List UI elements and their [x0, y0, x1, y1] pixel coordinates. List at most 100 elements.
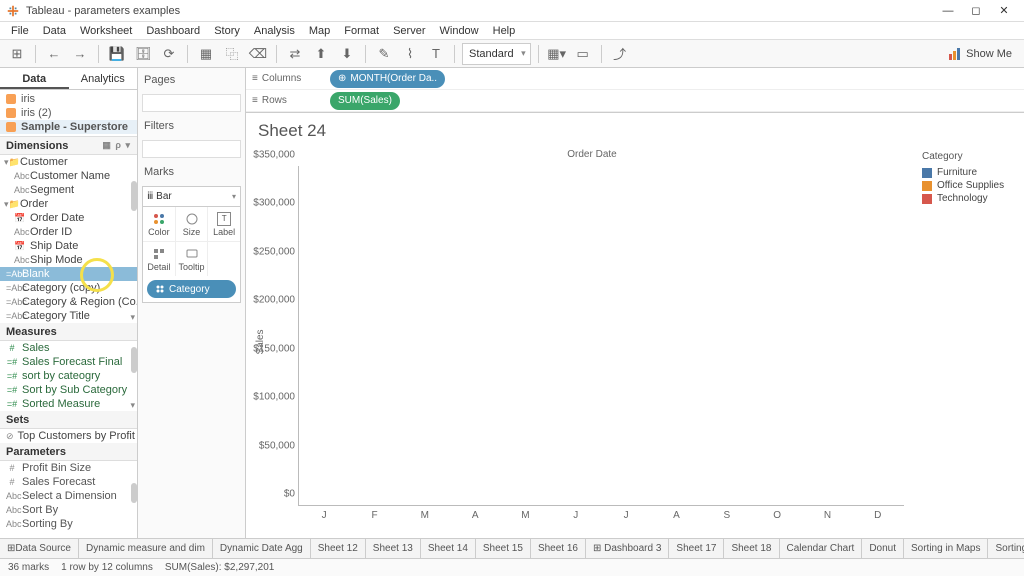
datasource-item[interactable]: iris (2): [0, 106, 137, 120]
filters-card[interactable]: Filters: [142, 118, 241, 134]
dim-category-region[interactable]: =AbcCategory & Region (Co...: [0, 295, 137, 309]
legend-item[interactable]: Office Supplies: [922, 179, 1016, 192]
menu-file[interactable]: File: [4, 25, 36, 37]
menu-worksheet[interactable]: Worksheet: [73, 25, 139, 37]
share-icon[interactable]: ⤴: [609, 43, 631, 65]
measure-sales[interactable]: #Sales: [0, 341, 137, 355]
show-me-button[interactable]: Show Me: [942, 47, 1018, 61]
mark-type-dropdown[interactable]: ⅲ Bar: [143, 187, 240, 207]
datasource-item[interactable]: iris: [0, 92, 137, 106]
dim-order-date[interactable]: 📅Order Date: [0, 211, 137, 225]
chart[interactable]: Order Date Sales $0$50,000$100,000$150,0…: [246, 145, 914, 538]
folder-customer[interactable]: ▾📁Customer: [0, 155, 137, 169]
sheet-tab[interactable]: Sheet 18: [724, 539, 779, 558]
columns-shelf[interactable]: ≡Columns ⊕MONTH(Order Da..: [246, 68, 1024, 90]
set-top-customers[interactable]: ⊘Top Customers by Profit: [0, 429, 137, 443]
marks-size[interactable]: Size: [176, 207, 209, 241]
param-select-dim[interactable]: AbcSelect a Dimension: [0, 489, 137, 503]
tab-data-source[interactable]: ⊞ Data Source: [0, 539, 79, 558]
back-icon[interactable]: ←: [43, 43, 65, 65]
presentation-icon[interactable]: ▭: [572, 43, 594, 65]
marks-detail[interactable]: Detail: [143, 242, 176, 276]
sheet-tab[interactable]: ⊞ Dashboard 3: [586, 539, 669, 558]
dim-ship-mode[interactable]: AbcShip Mode: [0, 253, 137, 267]
group-icon[interactable]: ⌇: [399, 43, 421, 65]
pages-card[interactable]: Pages: [142, 72, 241, 88]
param-sales-forecast[interactable]: #Sales Forecast: [0, 475, 137, 489]
dimensions-header[interactable]: Dimensions▦ ρ ▾: [0, 137, 137, 155]
sheet-tab[interactable]: Sheet 13: [366, 539, 421, 558]
dim-ship-date[interactable]: 📅Ship Date: [0, 239, 137, 253]
measure-sorted[interactable]: =#Sorted Measure: [0, 397, 137, 411]
close-button[interactable]: ✕: [990, 2, 1018, 20]
menu-format[interactable]: Format: [337, 25, 386, 37]
folder-order[interactable]: ▾📁Order: [0, 197, 137, 211]
menu-server[interactable]: Server: [386, 25, 432, 37]
menu-analysis[interactable]: Analysis: [247, 25, 302, 37]
sheet-tab[interactable]: Sorting with parameter: [988, 539, 1024, 558]
swap-icon[interactable]: ⇄: [284, 43, 306, 65]
totals-icon[interactable]: T: [425, 43, 447, 65]
sheet-tab[interactable]: Donut: [862, 539, 904, 558]
param-sort-by[interactable]: AbcSort By: [0, 503, 137, 517]
dim-segment[interactable]: AbcSegment: [0, 183, 137, 197]
menu-story[interactable]: Story: [207, 25, 247, 37]
forward-icon[interactable]: →: [69, 43, 91, 65]
sheet-tab[interactable]: Calendar Chart: [780, 539, 863, 558]
minimize-button[interactable]: —: [934, 2, 962, 20]
dim-category-title[interactable]: =AbcCategory Title: [0, 309, 137, 323]
menu-data[interactable]: Data: [36, 25, 73, 37]
datasource-item[interactable]: Sample - Superstore: [0, 120, 137, 134]
worksheet-title[interactable]: Sheet 24: [246, 113, 1024, 145]
menu-window[interactable]: Window: [433, 25, 486, 37]
new-datasource-icon[interactable]: 🗄: [132, 43, 154, 65]
new-worksheet-icon[interactable]: ▦: [195, 43, 217, 65]
clear-icon[interactable]: ⌫: [247, 43, 269, 65]
refresh-icon[interactable]: ⟳: [158, 43, 180, 65]
menu-dashboard[interactable]: Dashboard: [139, 25, 207, 37]
legend[interactable]: Category FurnitureOffice SuppliesTechnol…: [914, 145, 1024, 538]
show-hide-cards-icon[interactable]: ▦▾: [546, 43, 568, 65]
dim-category-copy[interactable]: =AbcCategory (copy): [0, 281, 137, 295]
tab-data[interactable]: Data: [0, 68, 69, 89]
fit-dropdown[interactable]: Standard: [462, 43, 531, 65]
sort-asc-icon[interactable]: ⬆: [310, 43, 332, 65]
measure-sort-category[interactable]: =#sort by cateogry: [0, 369, 137, 383]
sheet-tab[interactable]: Sheet 15: [476, 539, 531, 558]
tab-analytics[interactable]: Analytics: [69, 68, 138, 89]
legend-item[interactable]: Furniture: [922, 166, 1016, 179]
sets-header[interactable]: Sets: [0, 411, 137, 429]
sheet-tab[interactable]: Sheet 16: [531, 539, 586, 558]
param-profit-bin[interactable]: #Profit Bin Size: [0, 461, 137, 475]
measure-sales-forecast[interactable]: =#Sales Forecast Final: [0, 355, 137, 369]
menu-map[interactable]: Map: [302, 25, 337, 37]
sort-desc-icon[interactable]: ⬇: [336, 43, 358, 65]
marks-tooltip[interactable]: Tooltip: [176, 242, 209, 276]
param-sorting-by[interactable]: AbcSorting By: [0, 517, 137, 531]
parameters-header[interactable]: Parameters: [0, 443, 137, 461]
rows-pill[interactable]: SUM(Sales): [330, 92, 400, 110]
sheet-tab[interactable]: Dynamic Date Agg: [213, 539, 311, 558]
dim-customer-name[interactable]: AbcCustomer Name: [0, 169, 137, 183]
color-pill-category[interactable]: Category: [147, 280, 236, 298]
sheet-tab[interactable]: Sheet 14: [421, 539, 476, 558]
rows-shelf[interactable]: ≡Rows SUM(Sales): [246, 90, 1024, 112]
sheet-tab[interactable]: Sheet 17: [669, 539, 724, 558]
dim-order-id[interactable]: AbcOrder ID: [0, 225, 137, 239]
highlight-icon[interactable]: ✎: [373, 43, 395, 65]
sheet-tab[interactable]: Sheet 12: [311, 539, 366, 558]
marks-label[interactable]: TLabel: [208, 207, 240, 241]
marks-color[interactable]: Color: [143, 207, 176, 241]
sheet-tab[interactable]: Dynamic measure and dim: [79, 539, 213, 558]
measures-header[interactable]: Measures: [0, 323, 137, 341]
legend-item[interactable]: Technology: [922, 192, 1016, 205]
measure-sort-subcat[interactable]: =#Sort by Sub Category: [0, 383, 137, 397]
columns-pill[interactable]: ⊕MONTH(Order Da..: [330, 70, 445, 88]
maximize-button[interactable]: ◻: [962, 2, 990, 20]
dim-blank[interactable]: =AbcBlank: [0, 267, 137, 281]
save-icon[interactable]: 💾: [106, 43, 128, 65]
duplicate-icon[interactable]: ⿻: [221, 43, 243, 65]
menu-help[interactable]: Help: [486, 25, 523, 37]
sheet-tab[interactable]: Sorting in Maps: [904, 539, 988, 558]
go-to-start-icon[interactable]: ⊞: [6, 43, 28, 65]
